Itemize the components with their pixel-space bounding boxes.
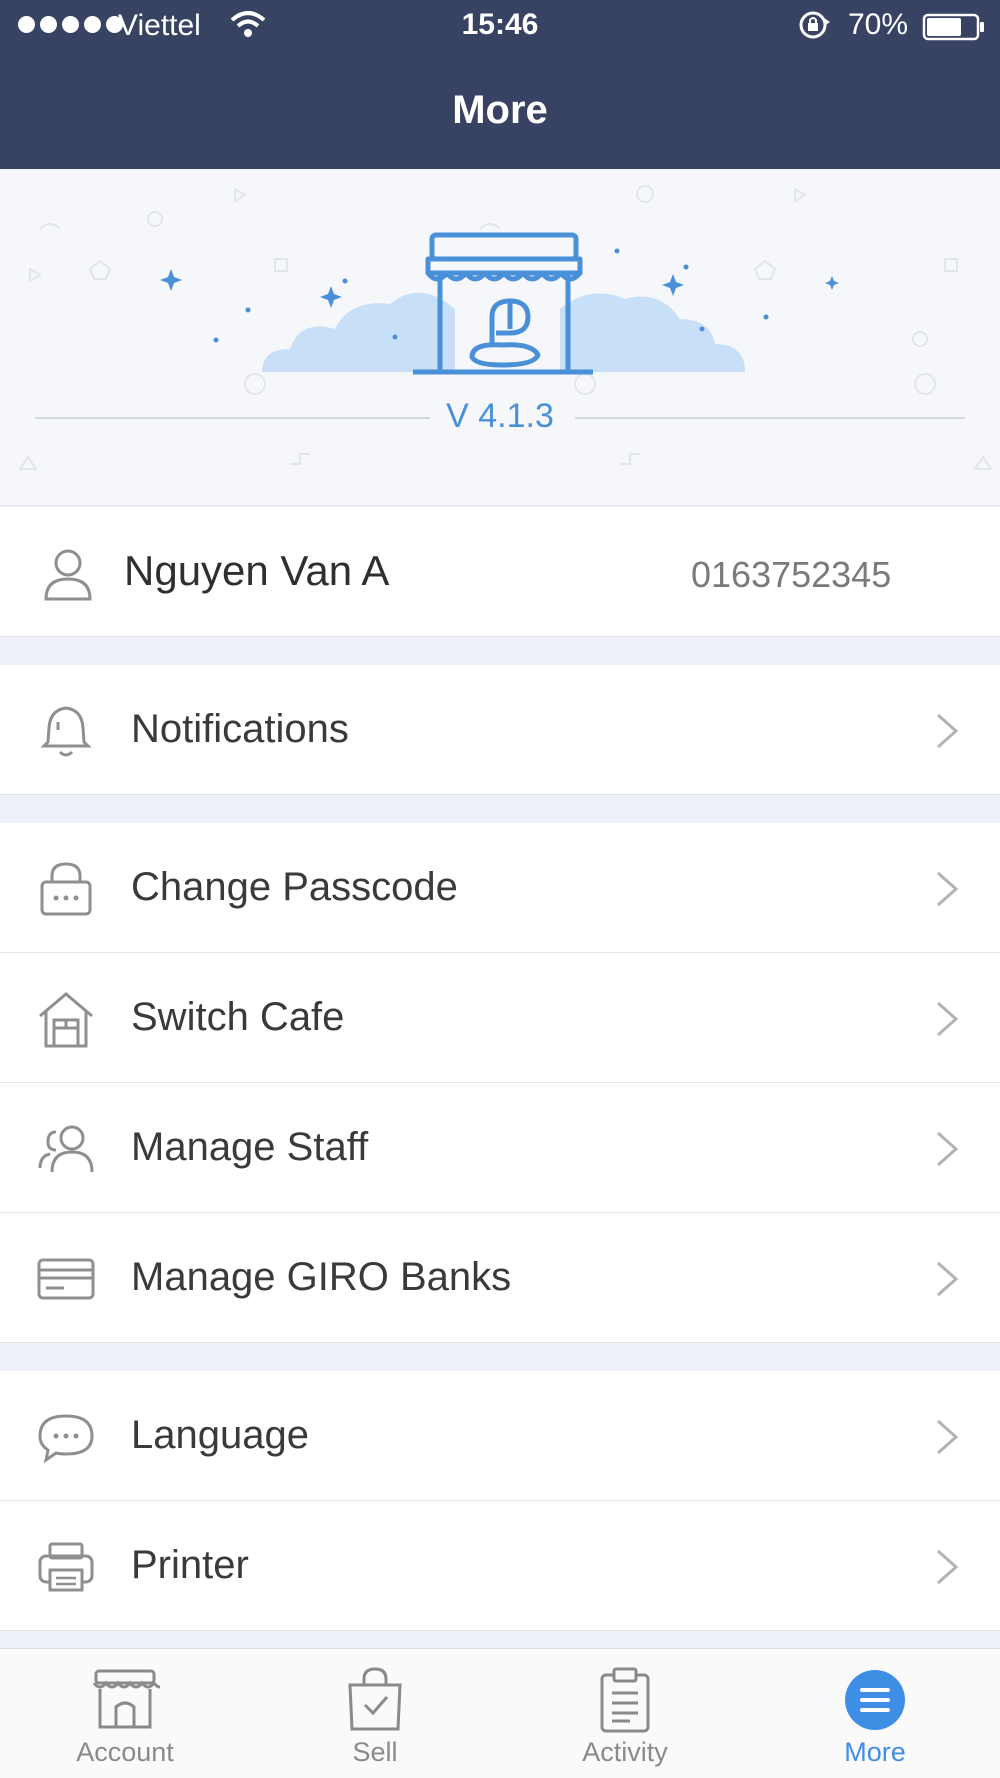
menu-label: Switch Cafe	[131, 995, 345, 1039]
profile-row[interactable]: Nguyen Van A 0163752345	[0, 507, 1000, 637]
menu-item-manage-giro-banks[interactable]: Manage GIRO Banks	[0, 1213, 1000, 1343]
section-spacer	[0, 795, 1000, 823]
tab-account[interactable]: Account	[0, 1649, 250, 1778]
house-icon	[39, 992, 93, 1048]
tab-more[interactable]: More	[750, 1649, 1000, 1778]
menu-item-change-passcode[interactable]: Change Passcode	[0, 823, 1000, 953]
battery-icon	[922, 13, 984, 41]
chat-bubble-icon	[38, 1414, 94, 1464]
menu-icon	[845, 1670, 905, 1730]
menu-item-switch-cafe[interactable]: Switch Cafe	[0, 953, 1000, 1083]
version-banner: V 4.1.3	[0, 169, 1000, 506]
profile-name: Nguyen Van A	[124, 547, 390, 594]
chevron-right-icon	[937, 1549, 959, 1585]
profile-phone: 0163752345	[691, 554, 892, 595]
printer-icon	[38, 1542, 94, 1592]
store-illustration	[18, 185, 993, 470]
status-bar: Viettel 15:46 70%	[0, 0, 1000, 52]
lock-keypad-icon	[40, 862, 92, 916]
people-icon	[38, 1125, 94, 1173]
tab-label: Activity	[582, 1737, 668, 1767]
store-icon	[92, 1669, 160, 1729]
chevron-right-icon	[937, 1419, 959, 1455]
chevron-right-icon	[937, 1261, 959, 1297]
rotation-lock-icon	[799, 11, 830, 39]
tab-label: Sell	[352, 1737, 398, 1767]
menu-label: Manage GIRO Banks	[131, 1255, 512, 1299]
menu-item-printer[interactable]: Printer	[0, 1501, 1000, 1631]
menu-item-language[interactable]: Language	[0, 1371, 1000, 1501]
clipboard-icon	[600, 1667, 650, 1733]
page-title: More	[452, 88, 548, 132]
top-bar: Viettel 15:46 70% More	[0, 0, 1000, 169]
battery-percent: 70%	[848, 8, 909, 41]
menu-label: Printer	[131, 1543, 249, 1587]
tab-sell[interactable]: Sell	[250, 1649, 500, 1778]
tab-bar: Account Sell Activity More	[0, 1648, 1000, 1778]
section-spacer	[0, 1343, 1000, 1371]
section-spacer	[0, 637, 1000, 665]
menu-label: Notifications	[131, 707, 349, 751]
user-icon	[44, 549, 92, 601]
bell-icon	[40, 706, 92, 757]
menu-label: Language	[131, 1413, 309, 1457]
tab-activity[interactable]: Activity	[500, 1649, 750, 1778]
tab-label: Account	[76, 1737, 174, 1767]
card-icon	[37, 1258, 95, 1300]
menu-label: Change Passcode	[131, 865, 458, 909]
menu-item-manage-staff[interactable]: Manage Staff	[0, 1083, 1000, 1213]
app-version: V 4.1.3	[446, 397, 554, 435]
chevron-right-icon	[937, 871, 959, 907]
chevron-right-icon	[937, 713, 959, 749]
chevron-right-icon	[937, 1131, 959, 1167]
menu-label: Manage Staff	[131, 1125, 369, 1169]
shopping-bag-icon	[348, 1667, 402, 1731]
chevron-right-icon	[937, 1001, 959, 1037]
menu-item-notifications[interactable]: Notifications	[0, 665, 1000, 795]
tab-label: More	[844, 1737, 906, 1767]
